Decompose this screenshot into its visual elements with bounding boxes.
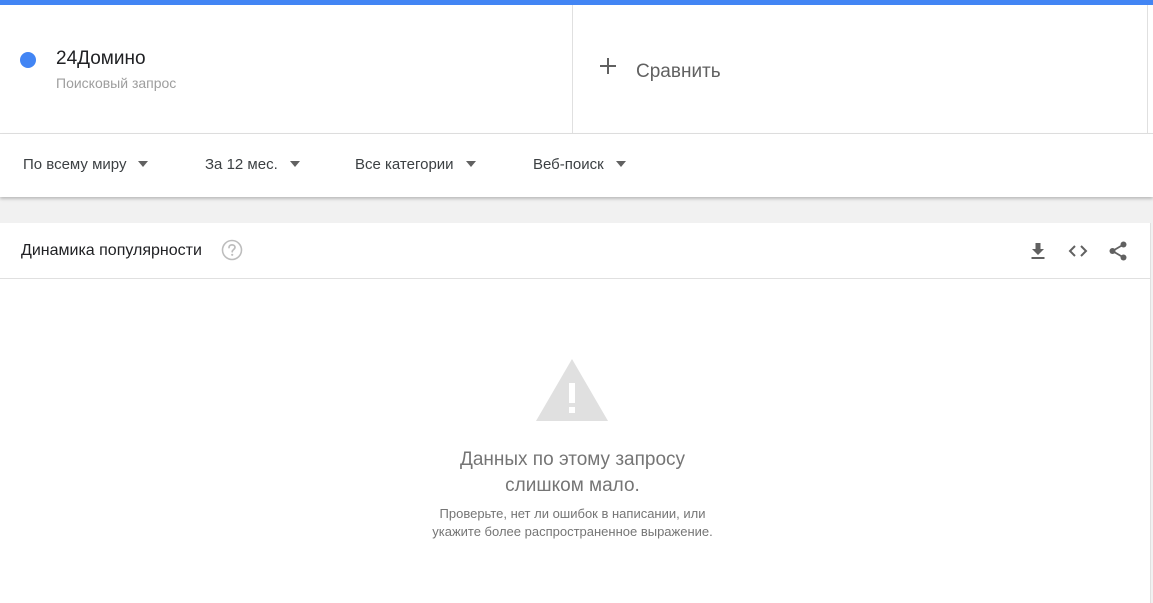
card-title: Динамика популярности [21, 242, 202, 259]
chevron-down-icon [465, 161, 476, 168]
category-label: Все категории [355, 156, 454, 173]
region-label: По всему миру [23, 156, 127, 173]
interest-over-time-card: Динамика популярности Данных по этому за… [0, 223, 1151, 603]
term-type: Поисковый запрос [56, 75, 177, 91]
embed-code-icon[interactable] [1067, 240, 1089, 262]
search-term-card[interactable]: 24Домино Поисковый запрос [0, 5, 573, 133]
filter-bar: По всему миру За 12 мес. Все категории В… [0, 134, 1153, 197]
region-dropdown[interactable]: По всему миру [23, 156, 149, 173]
empty-message-line-1: Данных по этому запросу [459, 449, 686, 470]
compare-label: Сравнить [636, 61, 721, 82]
compare-bar: 24Домино Поисковый запрос Сравнить [0, 5, 1153, 134]
period-dropdown[interactable]: За 12 мес. [205, 156, 300, 173]
help-icon[interactable] [221, 239, 243, 261]
empty-message-line-2: слишком мало. [505, 475, 640, 496]
search-type-dropdown[interactable]: Веб-поиск [533, 156, 626, 173]
download-icon[interactable] [1027, 240, 1049, 262]
period-label: За 12 мес. [205, 156, 278, 173]
search-type-label: Веб-поиск [533, 156, 604, 173]
chevron-down-icon [138, 161, 149, 168]
compare-button[interactable]: Сравнить [573, 5, 1148, 133]
warning-icon [536, 359, 608, 421]
share-icon[interactable] [1107, 240, 1129, 262]
chevron-down-icon [615, 161, 626, 168]
term-color-dot [20, 52, 36, 68]
term-name[interactable]: 24Домино [56, 48, 146, 70]
card-header: Динамика популярности [0, 223, 1150, 279]
chevron-down-icon [289, 161, 300, 168]
empty-hint-line-1: Проверьте, нет ли ошибок в написании, ил… [439, 506, 706, 521]
category-dropdown[interactable]: Все категории [355, 156, 476, 173]
plus-icon [600, 58, 616, 74]
empty-hint-line-2: укажите более распространенное выражение… [432, 524, 713, 539]
